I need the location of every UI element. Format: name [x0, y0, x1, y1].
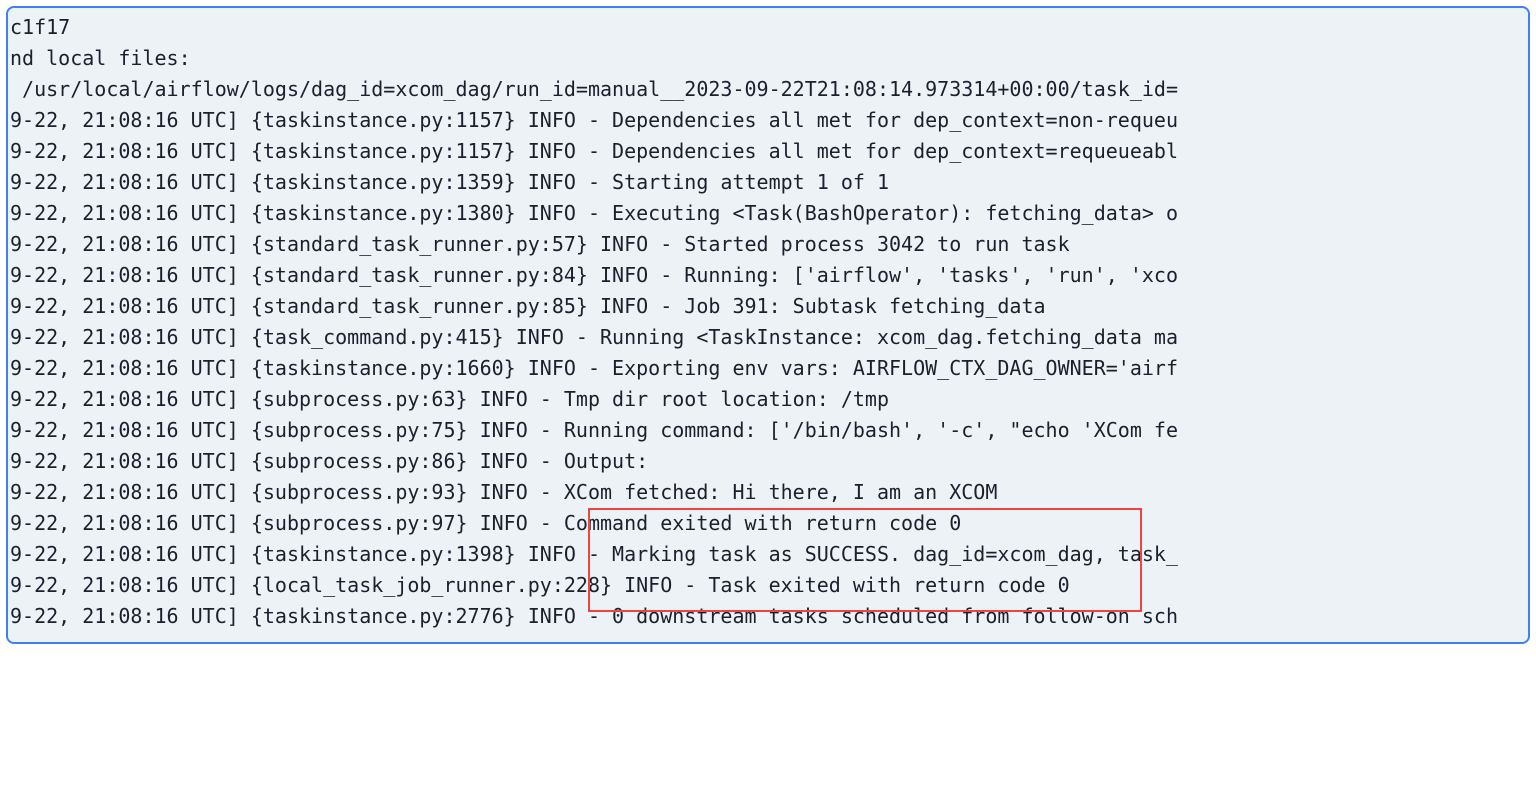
log-line: /usr/local/airflow/logs/dag_id=xcom_dag/…	[10, 74, 1526, 105]
log-line: 9-22, 21:08:16 UTC] {standard_task_runne…	[10, 229, 1526, 260]
log-line: 9-22, 21:08:16 UTC] {subprocess.py:93} I…	[10, 477, 1526, 508]
log-line: 9-22, 21:08:16 UTC] {taskinstance.py:138…	[10, 198, 1526, 229]
log-line: 9-22, 21:08:16 UTC] {subprocess.py:97} I…	[10, 508, 1526, 539]
log-line: 9-22, 21:08:16 UTC] {subprocess.py:86} I…	[10, 446, 1526, 477]
log-line: 9-22, 21:08:16 UTC] {taskinstance.py:166…	[10, 353, 1526, 384]
log-line: 9-22, 21:08:16 UTC] {taskinstance.py:115…	[10, 136, 1526, 167]
log-line: 9-22, 21:08:16 UTC] {local_task_job_runn…	[10, 570, 1526, 601]
log-line: c1f17	[10, 12, 1526, 43]
log-line: 9-22, 21:08:16 UTC] {standard_task_runne…	[10, 291, 1526, 322]
log-line: 9-22, 21:08:16 UTC] {taskinstance.py:139…	[10, 539, 1526, 570]
log-line: 9-22, 21:08:16 UTC] {subprocess.py:75} I…	[10, 415, 1526, 446]
log-line: 9-22, 21:08:16 UTC] {taskinstance.py:135…	[10, 167, 1526, 198]
log-viewer: c1f17 nd local files: /usr/local/airflow…	[6, 6, 1530, 644]
log-line: 9-22, 21:08:16 UTC] {subprocess.py:63} I…	[10, 384, 1526, 415]
log-line: 9-22, 21:08:16 UTC] {task_command.py:415…	[10, 322, 1526, 353]
log-line: 9-22, 21:08:16 UTC] {standard_task_runne…	[10, 260, 1526, 291]
log-line: 9-22, 21:08:16 UTC] {taskinstance.py:277…	[10, 601, 1526, 632]
log-line: nd local files:	[10, 43, 1526, 74]
log-line: 9-22, 21:08:16 UTC] {taskinstance.py:115…	[10, 105, 1526, 136]
